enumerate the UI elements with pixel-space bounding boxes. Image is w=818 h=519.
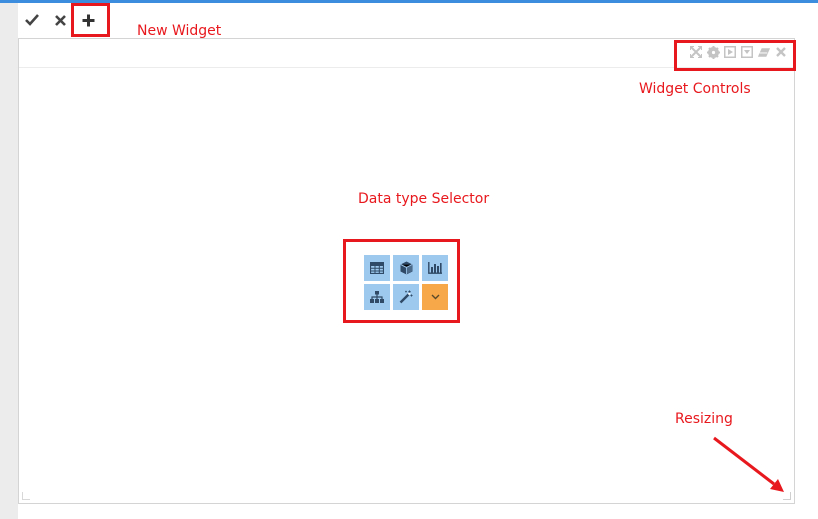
left-gutter: [0, 3, 18, 519]
new-widget-highlight: [71, 3, 110, 37]
data-type-selector-annotation: Data type Selector: [358, 191, 490, 207]
resizing-annotation: Resizing: [675, 411, 733, 427]
close-icon: [54, 14, 66, 26]
confirm-button[interactable]: [18, 5, 46, 35]
new-widget-annotation: New Widget: [137, 23, 222, 39]
widget-controls-highlight: [674, 40, 796, 71]
widget-controls-annotation: Widget Controls: [639, 81, 751, 97]
cancel-button[interactable]: [46, 5, 74, 35]
data-type-selector-highlight: [343, 239, 460, 323]
resize-grip-bottom-left[interactable]: [22, 492, 30, 500]
check-icon: [25, 14, 39, 26]
resizing-arrow: [713, 436, 784, 492]
top-accent-line: [0, 0, 818, 3]
